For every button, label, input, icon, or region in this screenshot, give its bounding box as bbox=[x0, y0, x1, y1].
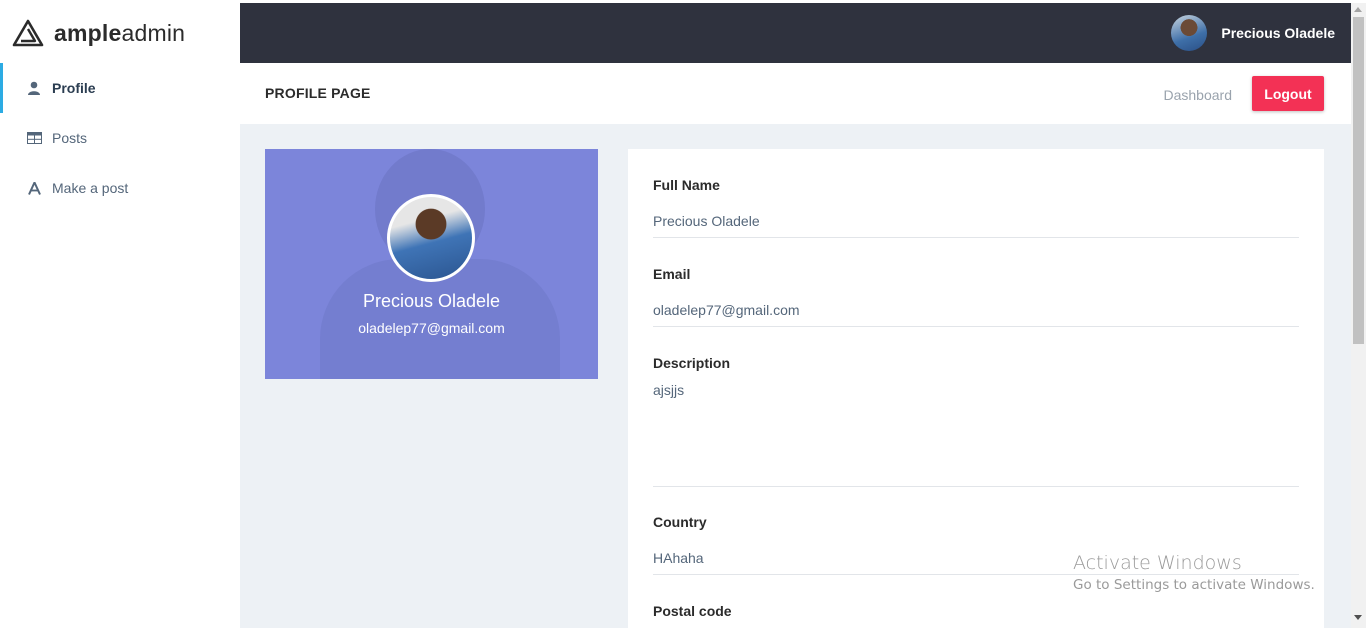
profile-email: oladelep77@gmail.com bbox=[358, 320, 505, 336]
profile-name: Precious Oladele bbox=[362, 291, 501, 311]
country-label: Country bbox=[653, 514, 707, 530]
sidebar-item-label: Profile bbox=[52, 80, 96, 96]
user-menu[interactable]: Precious Oladele bbox=[1171, 15, 1335, 51]
watermark-title: Activate Windows bbox=[1073, 552, 1242, 574]
table-icon bbox=[26, 132, 42, 144]
sidebar-item-profile[interactable]: Profile bbox=[0, 63, 240, 113]
email-label: Email bbox=[653, 266, 691, 282]
page-header: PROFILE PAGE Dashboard Logout bbox=[240, 63, 1351, 124]
scroll-down-icon[interactable] bbox=[1354, 615, 1362, 620]
top-bar: Precious Oladele bbox=[240, 3, 1351, 63]
logout-button[interactable]: Logout bbox=[1252, 76, 1324, 111]
full-name-label: Full Name bbox=[653, 177, 720, 193]
description-field[interactable]: ajsjjs bbox=[653, 382, 1299, 487]
profile-card: Precious Oladele oladelep77@gmail.com bbox=[265, 149, 598, 379]
breadcrumb-dashboard[interactable]: Dashboard bbox=[1164, 87, 1233, 103]
sidebar-item-make-a-post[interactable]: Make a post bbox=[0, 163, 240, 213]
scroll-up-icon[interactable] bbox=[1354, 7, 1362, 12]
sidebar: ampleadmin Profile Posts Make a post bbox=[0, 3, 240, 628]
page-scrollbar[interactable] bbox=[1351, 3, 1366, 628]
sidebar-item-label: Make a post bbox=[52, 180, 129, 196]
brand[interactable]: ampleadmin bbox=[0, 3, 240, 63]
scroll-thumb[interactable] bbox=[1353, 17, 1364, 344]
sidebar-item-label: Posts bbox=[52, 130, 88, 146]
profile-avatar bbox=[387, 194, 475, 282]
ample-logo-icon bbox=[12, 19, 44, 47]
full-name-field[interactable] bbox=[653, 204, 1299, 238]
email-field[interactable] bbox=[653, 293, 1299, 327]
sidebar-item-posts[interactable]: Posts bbox=[0, 113, 240, 163]
page-title: PROFILE PAGE bbox=[265, 85, 371, 101]
avatar bbox=[1171, 15, 1208, 51]
description-label: Description bbox=[653, 355, 731, 371]
user-icon bbox=[26, 81, 42, 95]
user-name: Precious Oladele bbox=[1221, 25, 1335, 41]
postal-code-label: Postal code bbox=[653, 603, 732, 619]
brand-name: ampleadmin bbox=[54, 19, 186, 46]
watermark-subtitle: Go to Settings to activate Windows. bbox=[1073, 577, 1315, 593]
font-a-icon bbox=[26, 181, 42, 195]
